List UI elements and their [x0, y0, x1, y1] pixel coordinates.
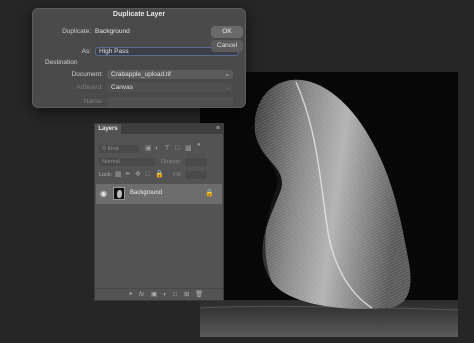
ok-button[interactable]: OK — [211, 26, 243, 38]
layer-row-background[interactable]: ◉ Background 🔒 — [96, 184, 222, 204]
document-select-value: Crabapple_upload.tif — [111, 71, 171, 78]
blend-row: Normal Opacity: — [95, 158, 223, 168]
destination-label: Destination — [45, 59, 78, 66]
search-icon: ⚲ — [102, 146, 107, 152]
duplicate-value: Background — [95, 28, 130, 35]
panel-menu-icon[interactable]: ≡ — [216, 124, 220, 134]
layers-panel: Layers ≡ ⚲ Kind ▣ ◐ T □ ▩ ● Normal Opaci… — [94, 123, 224, 301]
layer-name: Background — [130, 190, 163, 196]
layer-thumbnail — [113, 187, 125, 200]
lock-position-icon[interactable]: ✥ — [135, 171, 141, 179]
trash-icon[interactable]: 🗑 — [195, 291, 203, 299]
layer-lock-icon[interactable]: 🔒 — [205, 189, 214, 197]
artboard-select-value: Canvas — [111, 84, 134, 91]
blend-mode-select[interactable]: Normal — [99, 158, 155, 166]
duplicate-label: Duplicate: — [62, 28, 91, 35]
duplicate-layer-dialog: Duplicate Layer Duplicate: Background As… — [32, 8, 246, 108]
filter-kind-select[interactable]: ⚲ Kind — [99, 145, 139, 153]
lock-all-icon[interactable]: 🔒 — [155, 171, 164, 179]
leaf-photo — [200, 72, 458, 337]
adjustment-icon[interactable]: ◑ — [162, 291, 166, 299]
artboard-select: Canvas ⌄ — [107, 83, 233, 92]
document-canvas[interactable] — [200, 72, 458, 337]
filter-kind-label: Kind — [107, 146, 119, 152]
link-icon[interactable]: ⚭ — [128, 291, 133, 299]
opacity-label: Opacity: — [161, 159, 182, 165]
filter-shape-icon[interactable]: □ — [175, 145, 179, 153]
chevron-down-icon: ⌄ — [224, 71, 230, 78]
filter-row: ⚲ Kind ▣ ◐ T □ ▩ ● — [95, 142, 223, 155]
document-label: Document: — [71, 71, 103, 78]
group-icon[interactable]: □ — [173, 291, 177, 299]
fill-input[interactable] — [185, 171, 207, 179]
opacity-input[interactable] — [185, 158, 207, 166]
new-layer-icon[interactable]: ⊞ — [184, 291, 189, 299]
layers-footer: ⚭ fx ▣ ◑ □ ⊞ 🗑 — [95, 288, 223, 300]
visibility-eye-icon[interactable]: ◉ — [100, 189, 107, 198]
artboard-label: Artboard: — [76, 84, 103, 91]
lock-label: Lock: — [99, 172, 113, 178]
filter-type-icon[interactable]: T — [165, 145, 169, 153]
cancel-button[interactable]: Cancel — [211, 40, 243, 52]
mask-icon[interactable]: ▣ — [151, 291, 157, 299]
lock-artboard-icon[interactable]: □ — [145, 171, 149, 179]
lock-transparent-icon[interactable]: ▦ — [115, 171, 122, 179]
filter-pixel-icon[interactable]: ▣ — [145, 145, 152, 153]
filter-smart-object-icon[interactable]: ▩ — [185, 145, 192, 153]
name-label: Name: — [83, 98, 103, 105]
tab-layers[interactable]: Layers — [95, 124, 121, 134]
filter-adjustment-icon[interactable]: ◐ — [155, 145, 159, 153]
chevron-down-icon: ⌄ — [224, 84, 230, 91]
lock-pixels-icon[interactable]: ✒ — [125, 171, 131, 179]
filter-toggle-icon[interactable]: ● — [197, 141, 201, 149]
name-input — [107, 97, 233, 106]
layers-tab-bar: Layers ≡ — [95, 124, 223, 134]
fx-icon[interactable]: fx — [139, 291, 144, 299]
dialog-title: Duplicate Layer — [112, 11, 166, 18]
as-label: As: — [81, 48, 91, 55]
fill-label: Fill: — [173, 172, 182, 178]
document-select[interactable]: Crabapple_upload.tif ⌄ — [107, 70, 233, 79]
lock-row: Lock: ▦ ✒ ✥ □ 🔒 Fill: — [95, 171, 223, 181]
